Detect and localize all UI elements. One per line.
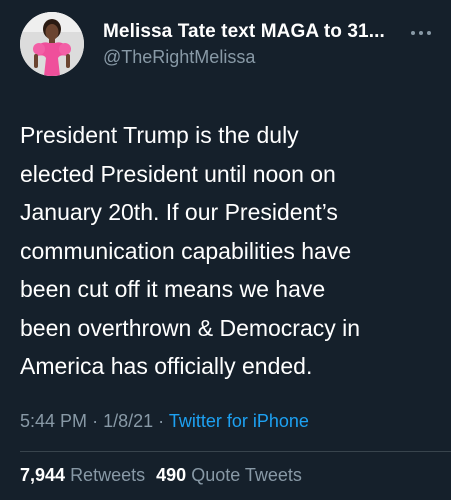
- display-name[interactable]: Melissa Tate text MAGA to 31...: [103, 21, 403, 43]
- retweets-count: 7,944: [20, 465, 66, 485]
- tweet-text-line: been cut off it means we have: [20, 276, 326, 302]
- tweet-date[interactable]: 1/8/21: [103, 411, 153, 431]
- quote-tweets-label: Quote Tweets: [191, 465, 302, 485]
- avatar[interactable]: [20, 12, 84, 76]
- tweet-text: President Trump is the duly elected Pres…: [20, 116, 440, 386]
- quote-tweets-count: 490: [156, 465, 187, 485]
- meta-separator: ·: [92, 411, 99, 431]
- retweets-stat[interactable]: 7,944 Retweets: [20, 465, 145, 485]
- retweets-label: Retweets: [70, 465, 146, 485]
- user-handle[interactable]: @TheRightMelissa: [103, 47, 255, 68]
- quote-tweets-stat[interactable]: 490 Quote Tweets: [156, 465, 302, 485]
- tweet-text-line: been overthrown & Democracy in: [20, 314, 361, 341]
- tweet-stats: 7,944 Retweets 490 Quote Tweets: [20, 465, 308, 486]
- tweet-source-link[interactable]: Twitter for iPhone: [169, 411, 309, 431]
- profile-photo-icon: [20, 12, 84, 76]
- tweet-text-line: communication capabilities have: [20, 237, 352, 264]
- tweet-metadata: 5:44 PM · 1/8/21 · Twitter for iPhone: [20, 411, 309, 432]
- tweet-text-line: January 20th. If our President’s: [20, 199, 338, 225]
- divider: [20, 451, 451, 452]
- tweet-text-line: elected President until noon on: [20, 160, 336, 187]
- more-horizontal-icon[interactable]: [409, 28, 433, 38]
- tweet-text-line: President Trump is the duly: [20, 122, 299, 148]
- meta-separator: ·: [158, 411, 165, 431]
- tweet-text-line: America has officially ended.: [20, 353, 313, 379]
- tweet-time[interactable]: 5:44 PM: [20, 411, 87, 431]
- tweet-card: Melissa Tate text MAGA to 31... @TheRigh…: [0, 0, 451, 500]
